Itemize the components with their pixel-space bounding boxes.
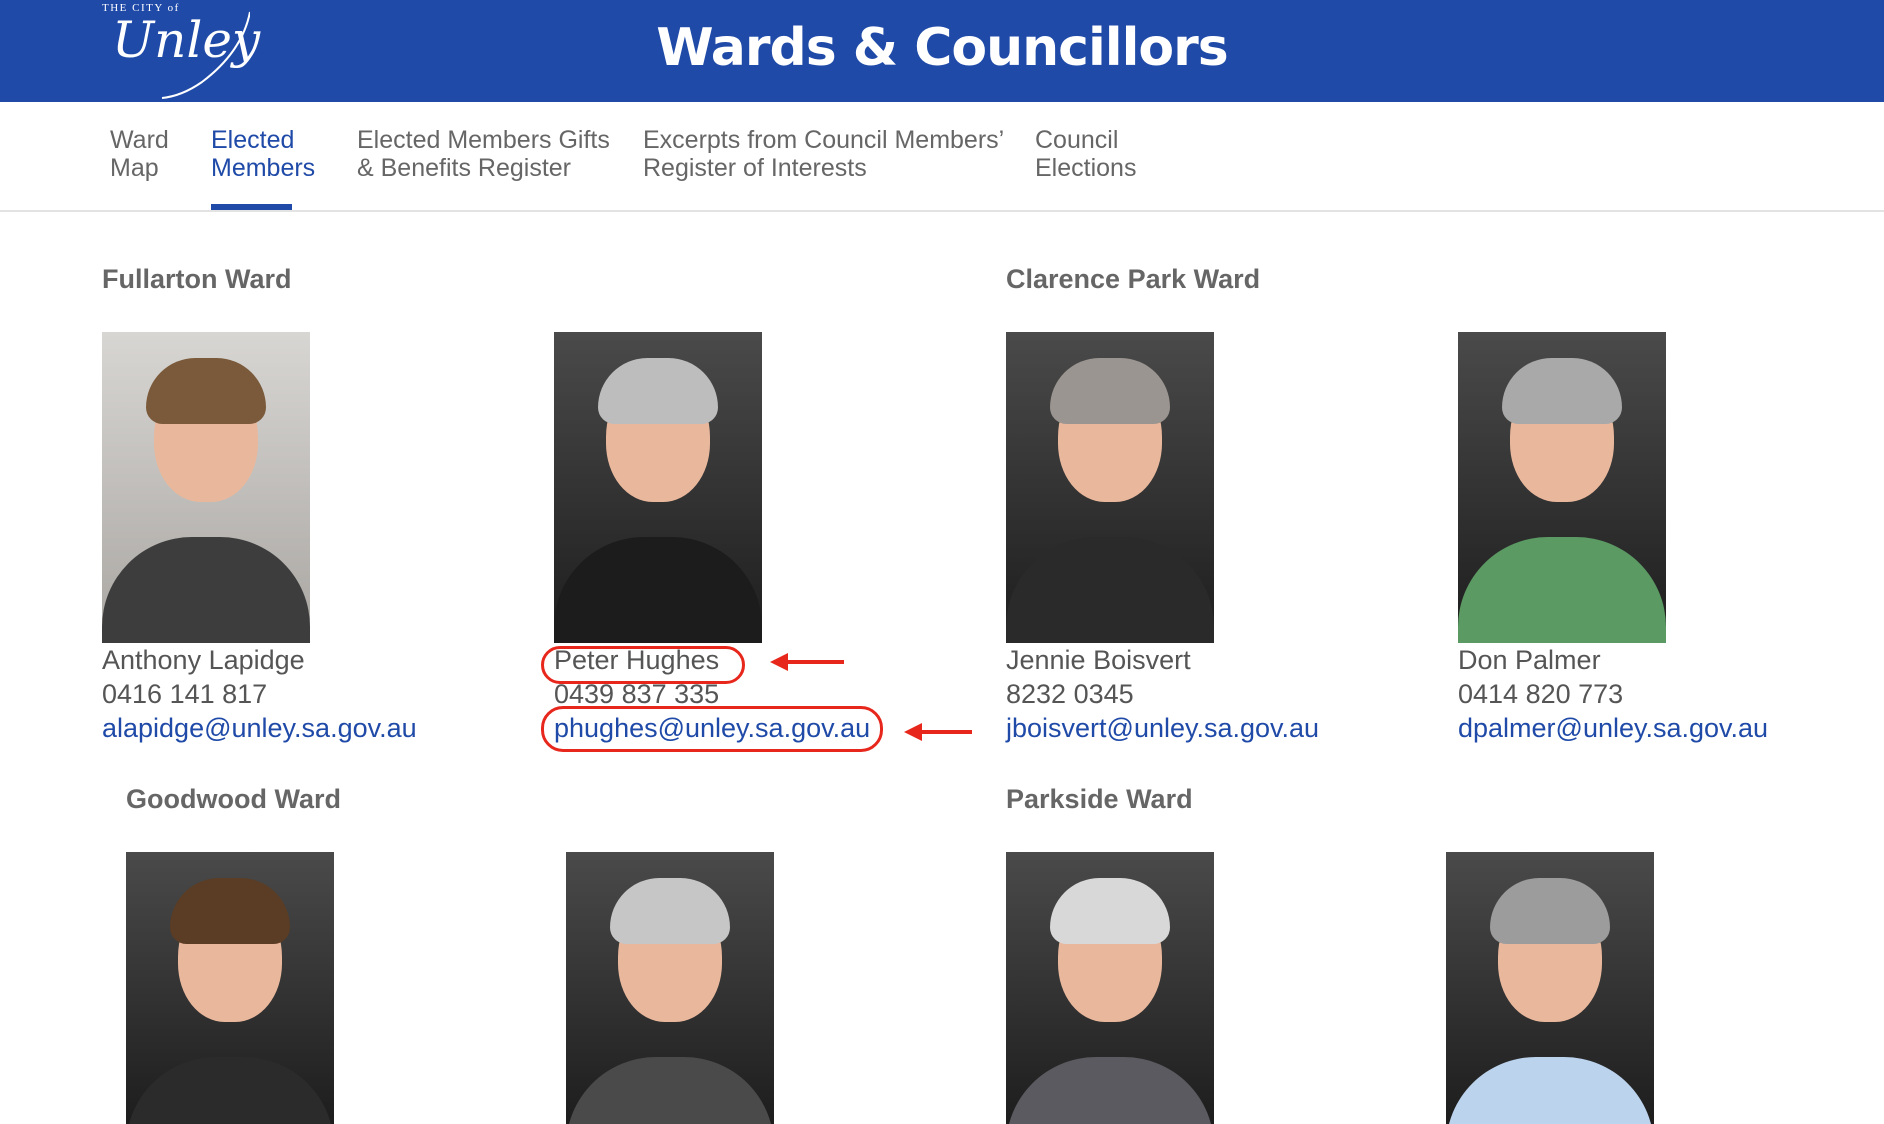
member-card: Anthony Lapidge 0416 141 817 alapidge@un… <box>102 332 552 745</box>
member-photo <box>102 332 310 643</box>
member-phone: 0414 820 773 <box>1458 679 1624 709</box>
member-photo <box>1458 332 1666 643</box>
member-photo <box>1446 852 1654 1124</box>
member-phone: 0416 141 817 <box>102 679 268 709</box>
annotation-arrow-icon <box>904 723 972 741</box>
site-header: THE CITY of Unley Wards & Councillors <box>0 0 1884 102</box>
page-title: Wards & Councillors <box>656 18 1229 78</box>
tab-gifts-benefits-register[interactable]: Elected Members Gifts & Benefits Registe… <box>357 126 610 182</box>
tab-elected-members[interactable]: Elected Members <box>211 126 315 182</box>
tab-ward-map[interactable]: Ward Map <box>110 126 169 182</box>
annotation-circle-email <box>541 706 883 752</box>
member-name: Anthony Lapidge <box>102 645 305 675</box>
active-tab-indicator <box>211 204 292 210</box>
section-nav: Ward Map Elected Members Elected Members… <box>0 102 1884 212</box>
tab-council-elections[interactable]: Council Elections <box>1035 126 1136 182</box>
member-email-link[interactable]: alapidge@unley.sa.gov.au <box>102 711 552 745</box>
member-photo <box>1006 852 1214 1124</box>
member-photo <box>554 332 762 643</box>
member-email-link[interactable]: dpalmer@unley.sa.gov.au <box>1458 711 1858 745</box>
member-name: Jennie Boisvert <box>1006 645 1191 675</box>
annotation-circle-name <box>541 646 745 684</box>
member-photo <box>566 852 774 1124</box>
ward-heading-parkside: Parkside Ward <box>1006 784 1193 814</box>
ward-heading-goodwood: Goodwood Ward <box>126 784 341 814</box>
member-card: Don Palmer 0414 820 773 dpalmer@unley.sa… <box>1458 332 1858 745</box>
ward-heading-clarence-park: Clarence Park Ward <box>1006 264 1261 294</box>
member-phone: 8232 0345 <box>1006 679 1134 709</box>
tab-register-of-interests[interactable]: Excerpts from Council Members’ Register … <box>643 126 1004 182</box>
member-photo <box>1006 332 1214 643</box>
annotation-arrow-icon <box>770 653 844 671</box>
member-name: Don Palmer <box>1458 645 1601 675</box>
member-photo <box>126 852 334 1124</box>
member-card: Jennie Boisvert 8232 0345 jboisvert@unle… <box>1006 332 1456 745</box>
member-email-link[interactable]: jboisvert@unley.sa.gov.au <box>1006 711 1456 745</box>
ward-heading-fullarton: Fullarton Ward <box>102 264 292 294</box>
